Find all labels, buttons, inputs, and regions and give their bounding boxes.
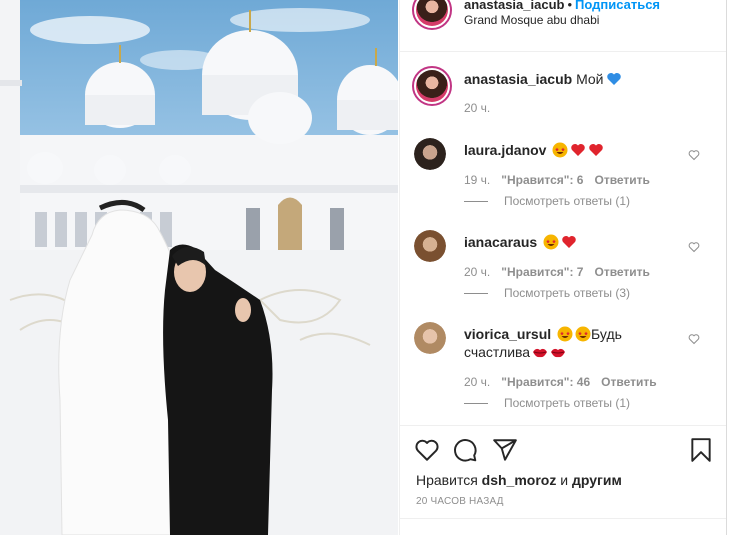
reply-button[interactable]: Ответить — [594, 265, 649, 279]
bookmark-icon[interactable] — [688, 437, 714, 463]
view-replies-label: Посмотреть ответы (1) — [504, 194, 631, 208]
red-heart-icon — [562, 236, 576, 248]
replies-line — [464, 293, 488, 295]
likes-prefix: Нравится — [416, 472, 478, 488]
comment-item: laura.jdanov 19 ч. "Нравится": 6 Ответить … — [400, 138, 726, 228]
post-photo[interactable] — [0, 0, 398, 535]
comment-time[interactable]: 20 ч. — [464, 265, 490, 279]
view-replies-button[interactable]: Посмотреть ответы (3) — [464, 286, 630, 300]
reply-button[interactable]: Ответить — [594, 173, 649, 187]
comment-username[interactable]: ianacaraus — [464, 234, 537, 250]
comment-like-icon[interactable] — [688, 149, 700, 161]
likes-user[interactable]: dsh_moroz — [482, 472, 557, 488]
likes-others[interactable]: другим — [572, 472, 622, 488]
view-replies-button[interactable]: Посмотреть ответы (1) — [464, 396, 630, 410]
lips-icon — [533, 348, 548, 358]
red-heart-icon — [589, 144, 604, 156]
comment-likes[interactable]: "Нравится": 46 — [501, 375, 590, 389]
share-icon[interactable] — [492, 437, 518, 463]
likes-summary: Нравится dsh_moroz и другим — [416, 472, 622, 488]
comment-item: viorica_ursul Будь счастлива 20 ч. "Нрави… — [400, 322, 726, 422]
comment-likes[interactable]: "Нравится": 6 — [501, 173, 583, 187]
caption-time[interactable]: 20 ч. — [464, 101, 490, 115]
author-avatar[interactable] — [412, 0, 452, 30]
comment-time[interactable]: 20 ч. — [464, 375, 490, 389]
caption-avatar[interactable] — [412, 66, 452, 106]
mosque-photo-illustration — [0, 0, 398, 535]
separator-dot: • — [567, 0, 573, 12]
red-heart-icon — [571, 144, 586, 156]
blue-heart-icon — [606, 73, 621, 85]
divider — [400, 518, 726, 519]
heart-outline-icon[interactable] — [414, 437, 440, 463]
comment-like-icon[interactable] — [688, 333, 700, 345]
lips-icon — [551, 348, 566, 358]
commenter-avatar[interactable] — [414, 322, 446, 354]
follow-button[interactable]: Подписаться — [575, 0, 660, 12]
caption-username[interactable]: anastasia_iacub — [464, 71, 572, 87]
posted-time[interactable]: 20 ЧАСОВ НАЗАД — [416, 496, 504, 507]
comment-username[interactable]: viorica_ursul — [464, 326, 551, 342]
comment-time[interactable]: 19 ч. — [464, 173, 490, 187]
post-actions: Нравится dsh_moroz и другим 20 ЧАСОВ НАЗ… — [400, 425, 726, 535]
star-struck-icon — [575, 326, 591, 342]
comment-like-icon[interactable] — [688, 241, 700, 253]
view-replies-button[interactable]: Посмотреть ответы (1) — [464, 194, 630, 208]
post-header: anastasia_iacub • Подписаться Grand Mosque… — [400, 0, 726, 52]
comment-likes[interactable]: "Нравится": 7 — [501, 265, 583, 279]
commenter-avatar[interactable] — [414, 230, 446, 262]
comment-item: ianacaraus 20 ч. "Нравится": 7 Ответить По… — [400, 230, 726, 320]
replies-line — [464, 201, 488, 203]
author-username[interactable]: anastasia_iacub — [464, 0, 564, 12]
comment-username[interactable]: laura.jdanov — [464, 142, 546, 158]
star-struck-icon — [543, 234, 559, 250]
comment-icon[interactable] — [452, 437, 478, 463]
likes-suffix: и — [560, 472, 569, 488]
view-replies-label: Посмотреть ответы (1) — [504, 396, 631, 410]
caption-text: Мой — [576, 71, 604, 87]
reply-button[interactable]: Ответить — [601, 375, 656, 389]
commenter-avatar[interactable] — [414, 138, 446, 170]
star-struck-icon — [557, 326, 573, 342]
location-link[interactable]: Grand Mosque abu dhabi — [464, 13, 599, 27]
view-replies-label: Посмотреть ответы (3) — [504, 286, 631, 300]
post-sidebar: anastasia_iacub • Подписаться Grand Mosque… — [399, 0, 727, 535]
star-struck-icon — [552, 142, 568, 158]
replies-line — [464, 403, 488, 405]
